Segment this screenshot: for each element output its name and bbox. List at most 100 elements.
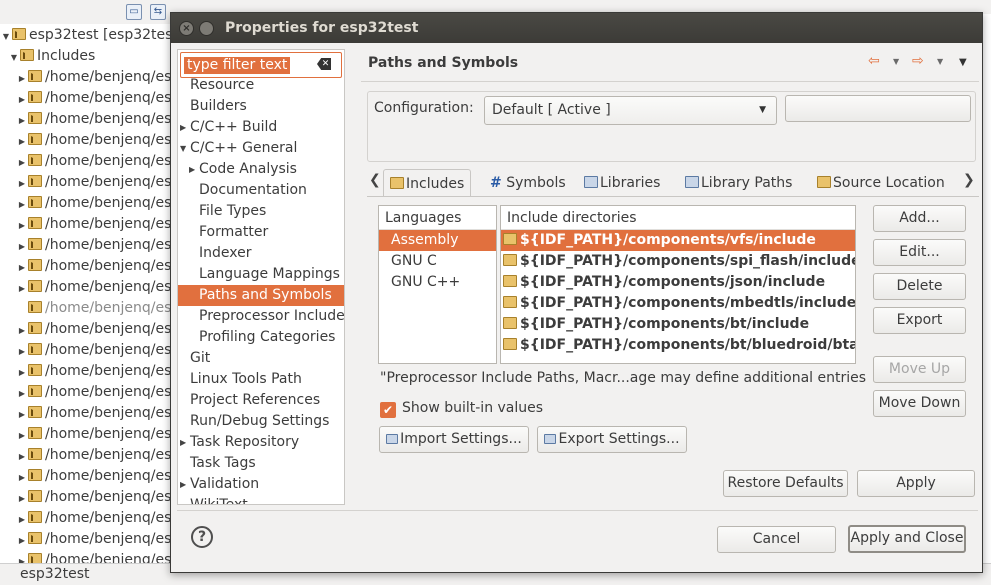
chevron-right-icon[interactable]: ▶: [180, 474, 186, 495]
chevron-right-icon[interactable]: ▶: [16, 341, 28, 362]
tree-path-item[interactable]: ▶ /home/benjenq/es: [16, 319, 171, 340]
chevron-right-icon[interactable]: ▶: [16, 152, 28, 173]
tree-path-item[interactable]: ▶ /home/benjenq/es: [16, 88, 171, 109]
language-item[interactable]: GNU C: [379, 251, 496, 272]
close-icon[interactable]: ×: [179, 21, 194, 36]
chevron-right-icon[interactable]: ▶: [16, 509, 28, 530]
tree-path-item[interactable]: ▶ /home/benjenq/es: [16, 340, 171, 361]
chevron-right-icon[interactable]: ▶: [16, 362, 28, 383]
chevron-down-icon[interactable]: ▼: [0, 26, 12, 47]
cancel-button[interactable]: Cancel: [717, 526, 836, 553]
nav-item[interactable]: Language Mappings: [178, 264, 344, 285]
view-menu-icon[interactable]: ▼: [959, 57, 967, 68]
chevron-right-icon[interactable]: ▶: [16, 89, 28, 110]
move-up-button[interactable]: Move Up: [873, 356, 966, 383]
include-directory-item[interactable]: ${IDF_PATH}/components/json/include: [501, 272, 855, 293]
add-button[interactable]: Add...: [873, 205, 966, 232]
chevron-right-icon[interactable]: ▶: [16, 425, 28, 446]
tree-path-item[interactable]: ▶ /home/benjenq/es: [16, 67, 171, 88]
tree-path-item[interactable]: ▶ /home/benjenq/es: [16, 256, 171, 277]
delete-button[interactable]: Delete: [873, 273, 966, 300]
tree-path-item[interactable]: ▶ /home/benjenq/es: [16, 214, 171, 235]
include-directories-list[interactable]: Include directories ${IDF_PATH}/componen…: [500, 205, 856, 364]
chevron-right-icon[interactable]: ▶: [16, 446, 28, 467]
chevron-right-icon[interactable]: ▶: [16, 215, 28, 236]
chevron-right-icon[interactable]: ▶: [16, 404, 28, 425]
tree-path-item[interactable]: ▶ /home/benjenq/es: [16, 529, 171, 550]
include-directory-item[interactable]: ${IDF_PATH}/components/mbedtls/include: [501, 293, 855, 314]
nav-item[interactable]: ▼ C/C++ General: [178, 138, 344, 159]
tree-includes[interactable]: ▼ Includes: [8, 46, 95, 67]
nav-item[interactable]: ▶ C/C++ Build: [178, 117, 344, 138]
nav-item[interactable]: File Types: [178, 201, 344, 222]
dialog-titlebar[interactable]: × Properties for esp32test: [171, 13, 982, 43]
back-menu-chevron-icon[interactable]: ▼: [893, 57, 899, 66]
tab-symbols[interactable]: # Symbols: [490, 169, 566, 197]
nav-item[interactable]: Formatter: [178, 222, 344, 243]
export-settings-button[interactable]: Export Settings...: [537, 426, 687, 453]
edit-button[interactable]: Edit...: [873, 239, 966, 266]
tree-path-item[interactable]: ▶ /home/benjenq/es: [16, 382, 171, 403]
show-builtin-checkbox[interactable]: ✔ Show built-in values: [380, 400, 543, 418]
tab-scroll-left-icon[interactable]: ❮: [369, 172, 381, 188]
chevron-right-icon[interactable]: ▶: [16, 320, 28, 341]
nav-item[interactable]: Task Tags: [178, 453, 344, 474]
tree-path-item[interactable]: ▶ /home/benjenq/es: [16, 466, 171, 487]
nav-item[interactable]: Resource: [178, 75, 344, 96]
export-button[interactable]: Export: [873, 307, 966, 334]
nav-item[interactable]: WikiText: [178, 495, 344, 504]
nav-item[interactable]: Linux Tools Path: [178, 369, 344, 390]
chevron-right-icon[interactable]: ▶: [16, 467, 28, 488]
chevron-right-icon[interactable]: ▶: [16, 110, 28, 131]
chevron-right-icon[interactable]: ▶: [16, 68, 28, 89]
chevron-right-icon[interactable]: ▶: [16, 488, 28, 509]
nav-item[interactable]: Indexer: [178, 243, 344, 264]
collapse-all-icon[interactable]: ▭: [126, 4, 142, 20]
include-directory-item[interactable]: ${IDF_PATH}/components/spi_flash/include: [501, 251, 855, 272]
nav-item[interactable]: Project References: [178, 390, 344, 411]
tree-path-item[interactable]: ▶ /home/benjenq/es: [16, 151, 171, 172]
tree-path-item[interactable]: /home/benjenq/es: [16, 298, 171, 319]
tree-path-item[interactable]: ▶ /home/benjenq/es: [16, 193, 171, 214]
nav-item[interactable]: Paths and Symbols: [178, 285, 344, 306]
apply-button[interactable]: Apply: [857, 470, 975, 497]
include-directory-item[interactable]: ${IDF_PATH}/components/bt/bluedroid/bta/…: [501, 335, 855, 356]
chevron-right-icon[interactable]: ▶: [16, 236, 28, 257]
chevron-down-icon[interactable]: ▼: [8, 47, 20, 68]
nav-item[interactable]: Builders: [178, 96, 344, 117]
tree-path-item[interactable]: ▶ /home/benjenq/es: [16, 130, 171, 151]
tree-path-item[interactable]: ▶ /home/benjenq/es: [16, 487, 171, 508]
import-settings-button[interactable]: Import Settings...: [379, 426, 529, 453]
filter-text[interactable]: type filter text: [184, 57, 291, 74]
chevron-right-icon[interactable]: ▶: [16, 257, 28, 278]
tree-path-item[interactable]: ▶ /home/benjenq/es: [16, 277, 171, 298]
nav-item[interactable]: Git: [178, 348, 344, 369]
nav-item[interactable]: ▶ Code Analysis: [178, 159, 344, 180]
chevron-right-icon[interactable]: ▶: [189, 159, 195, 180]
manage-configurations-button[interactable]: [785, 95, 971, 122]
tab-scroll-right-icon[interactable]: ❯: [963, 172, 975, 188]
nav-item[interactable]: Run/Debug Settings: [178, 411, 344, 432]
restore-defaults-button[interactable]: Restore Defaults: [723, 470, 848, 497]
tab-source-location[interactable]: Source Location: [817, 169, 945, 197]
chevron-right-icon[interactable]: ▶: [16, 131, 28, 152]
tree-path-item[interactable]: ▶ /home/benjenq/es: [16, 235, 171, 256]
chevron-right-icon[interactable]: ▶: [16, 383, 28, 404]
tree-path-item[interactable]: ▶ /home/benjenq/es: [16, 445, 171, 466]
help-icon[interactable]: ?: [191, 526, 213, 548]
forward-menu-chevron-icon[interactable]: ▼: [937, 57, 943, 66]
back-arrow-icon[interactable]: ⇦: [868, 53, 880, 69]
nav-item[interactable]: Profiling Categories: [178, 327, 344, 348]
include-directory-item[interactable]: ${IDF_PATH}/components/vfs/include: [501, 230, 855, 251]
tree-path-item[interactable]: ▶ /home/benjenq/es: [16, 424, 171, 445]
language-item[interactable]: Assembly: [379, 230, 496, 251]
tree-path-item[interactable]: ▶ /home/benjenq/es: [16, 361, 171, 382]
nav-item[interactable]: Preprocessor Include: [178, 306, 344, 327]
nav-item[interactable]: ▶ Task Repository: [178, 432, 344, 453]
chevron-right-icon[interactable]: ▶: [16, 278, 28, 299]
clear-icon[interactable]: ✕: [317, 58, 331, 70]
link-editor-icon[interactable]: ⇆: [150, 4, 166, 20]
move-down-button[interactable]: Move Down: [873, 390, 966, 417]
tree-path-item[interactable]: ▶ /home/benjenq/es: [16, 109, 171, 130]
minimize-icon[interactable]: [199, 21, 214, 36]
